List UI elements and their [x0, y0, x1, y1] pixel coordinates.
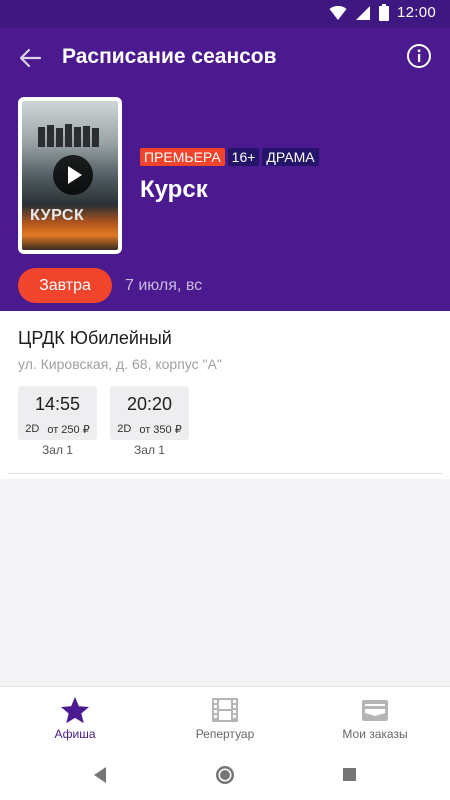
- session-button[interactable]: 20:20 2D от 350 ₽: [110, 386, 189, 440]
- status-bar: 12:00: [0, 0, 450, 28]
- movie-title: Курск: [140, 176, 208, 203]
- session-item[interactable]: 14:55 2D от 250 ₽ Зал 1: [18, 386, 97, 457]
- cinema-card: ЦРДК Юбилейный ул. Кировская, д. 68, кор…: [0, 311, 450, 479]
- session-hall: Зал 1: [134, 443, 165, 457]
- bottom-navigation: Афиша Репертуар Мои заказы: [0, 686, 450, 752]
- play-icon[interactable]: [53, 155, 93, 195]
- nav-label: Афиша: [54, 727, 96, 741]
- signal-icon: [355, 5, 370, 20]
- movie-hero: КУРСК ПРЕМЬЕРА 16+ ДРАМА Курск Завтра 7 …: [0, 88, 450, 311]
- session-meta: 2D от 350 ₽: [110, 423, 189, 436]
- cinema-name[interactable]: ЦРДК Юбилейный: [18, 328, 172, 349]
- status-time: 12:00: [396, 4, 436, 21]
- age-rating-badge: 16+: [227, 148, 260, 166]
- wallet-icon: [362, 700, 388, 721]
- battery-icon: [378, 4, 389, 21]
- wifi-icon: [329, 5, 347, 20]
- premiere-badge: ПРЕМЬЕРА: [140, 148, 225, 166]
- poster-figures-graphic: [38, 124, 99, 147]
- recents-square-icon[interactable]: [342, 767, 357, 782]
- system-navigation-bar: [0, 752, 450, 800]
- back-arrow-icon[interactable]: [16, 44, 44, 72]
- session-format: 2D: [117, 423, 132, 435]
- cinema-address: ул. Кировская, д. 68, корпус "А": [18, 356, 222, 372]
- session-time: 14:55: [34, 394, 81, 414]
- session-list: 14:55 2D от 250 ₽ Зал 1 20:20 2D от 350 …: [18, 386, 189, 457]
- date-text[interactable]: 7 июля, вс: [125, 277, 202, 295]
- nav-item-repertoire[interactable]: Репертуар: [150, 687, 300, 753]
- status-icons: 12:00: [329, 4, 436, 21]
- session-item[interactable]: 20:20 2D от 350 ₽ Зал 1: [110, 386, 189, 457]
- nav-label: Мои заказы: [342, 727, 408, 741]
- date-selector-button[interactable]: Завтра: [18, 268, 112, 303]
- movie-badges: ПРЕМЬЕРА 16+ ДРАМА: [140, 148, 319, 166]
- page-title: Расписание сеансов: [62, 45, 277, 68]
- back-triangle-icon[interactable]: [92, 766, 108, 784]
- genre-badge: ДРАМА: [262, 148, 319, 166]
- star-icon: [61, 697, 89, 724]
- session-meta: 2D от 250 ₽: [18, 423, 97, 436]
- app-bar: Расписание сеансов: [0, 28, 450, 88]
- session-hall: Зал 1: [42, 443, 73, 457]
- session-price: от 250 ₽: [47, 424, 90, 436]
- film-icon: [212, 698, 238, 722]
- session-time: 20:20: [126, 394, 173, 414]
- home-circle-icon[interactable]: [214, 764, 236, 786]
- session-button[interactable]: 14:55 2D от 250 ₽: [18, 386, 97, 440]
- poster-image: КУРСК: [22, 101, 118, 250]
- movie-poster[interactable]: КУРСК: [18, 97, 122, 254]
- nav-item-my-orders[interactable]: Мои заказы: [300, 687, 450, 753]
- nav-item-afisha[interactable]: Афиша: [0, 687, 150, 753]
- nav-label: Репертуар: [195, 727, 255, 741]
- session-price: от 350 ₽: [139, 424, 182, 436]
- divider: [8, 473, 442, 474]
- info-icon[interactable]: [406, 43, 432, 69]
- session-format: 2D: [25, 423, 40, 435]
- poster-title: КУРСК: [30, 207, 85, 224]
